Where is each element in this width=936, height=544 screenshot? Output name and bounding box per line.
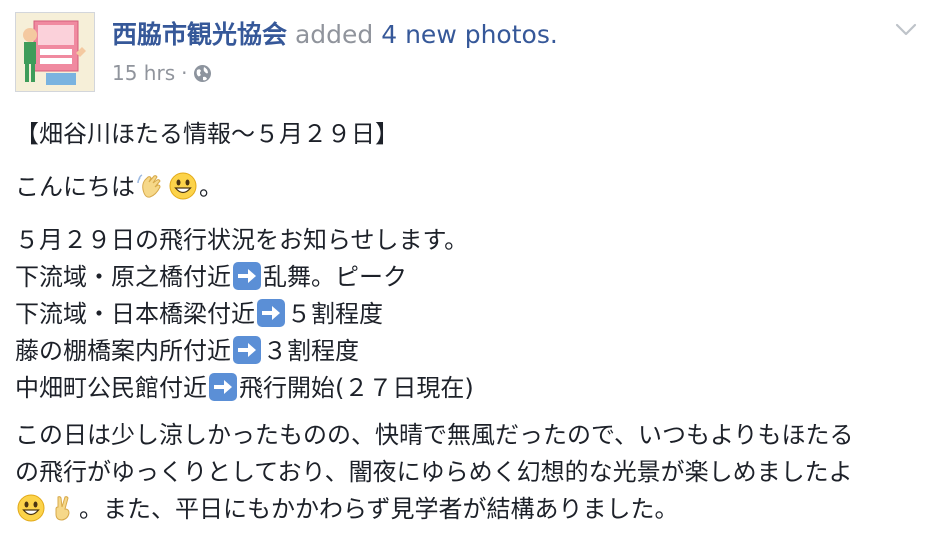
page-avatar[interactable] xyxy=(15,12,95,92)
greeting-end: 。 xyxy=(199,173,223,201)
location-place: 下流域・原之橋付近 xyxy=(15,263,231,291)
location-status: 飛行開始(２７日現在) xyxy=(239,374,474,402)
greeting-line: こんにちは 。 xyxy=(15,169,920,206)
intro-text: ５月２９日の飛行状況をお知らせします。 xyxy=(15,226,469,254)
right-arrow-icon xyxy=(233,336,261,364)
post-title: 【畑谷川ほたる情報〜５月２９日】 xyxy=(15,120,399,148)
location-place: 中畑町公民館付近 xyxy=(15,374,207,402)
status-block: ５月２９日の飛行状況をお知らせします。 下流域・原之橋付近 乱舞。ピーク 下流域・… xyxy=(15,222,920,407)
action-text: added xyxy=(294,20,374,49)
post-body: 【畑谷川ほたる情報〜５月２９日】 こんにちは 。 ５月２９日の飛行状況をお知らせ… xyxy=(15,116,920,528)
waving-hand-icon xyxy=(136,171,166,201)
globe-icon[interactable] xyxy=(193,64,212,83)
location-place: 藤の棚橋案内所付近 xyxy=(15,337,231,365)
meta-separator: · xyxy=(181,61,188,85)
post-header: 西脇市観光協会 added 4 new photos. xyxy=(112,18,558,52)
closing-line-3: 。また、平日にもかかわらず見学者が結構ありました。 xyxy=(79,495,679,523)
closing-line-2: の飛行がゆっくりとしており、闇夜にゆらめく幻想的な光景が楽しめましたよ xyxy=(15,458,853,486)
location-status: 乱舞。ピーク xyxy=(263,263,407,291)
page-logo-illustration xyxy=(16,13,94,91)
post-meta: 15 hrs · xyxy=(112,60,212,86)
chevron-down-icon[interactable] xyxy=(893,20,919,40)
photos-link[interactable]: 4 new photos. xyxy=(381,20,558,49)
post-timestamp[interactable]: 15 hrs xyxy=(112,61,175,85)
greeting-text: こんにちは xyxy=(15,173,135,201)
location-status: ５割程度 xyxy=(287,300,383,328)
victory-hand-icon xyxy=(48,493,78,523)
author-name-link[interactable]: 西脇市観光協会 xyxy=(112,20,287,49)
location-status: ３割程度 xyxy=(263,337,359,365)
smiley-icon xyxy=(168,171,198,201)
closing-paragraph: この日は少し涼しかったものの、快晴で無風だったので、いつもよりもほたる の飛行が… xyxy=(15,417,920,528)
closing-line-1: この日は少し涼しかったものの、快晴で無風だったので、いつもよりもほたる xyxy=(15,421,854,449)
right-arrow-icon xyxy=(209,373,237,401)
right-arrow-icon xyxy=(233,262,261,290)
location-place: 下流域・日本橋梁付近 xyxy=(15,300,255,328)
smiley-icon xyxy=(16,493,46,523)
right-arrow-icon xyxy=(257,299,285,327)
